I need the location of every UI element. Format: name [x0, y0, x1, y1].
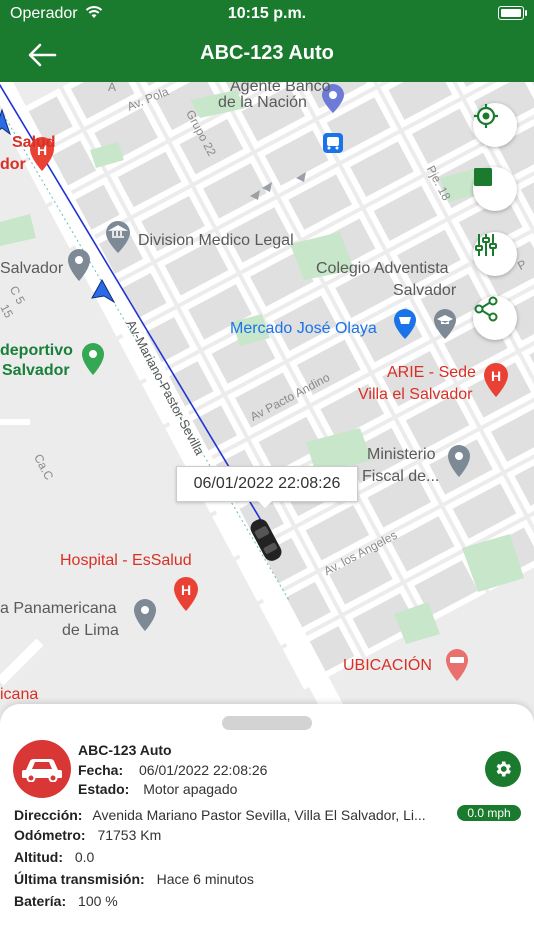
last-transmission-row: Última transmisión: Hace 6 minutos	[14, 871, 254, 887]
battery-value: 100 %	[78, 893, 118, 909]
street-label: A	[108, 82, 117, 94]
lodging-pin-icon[interactable]	[444, 648, 470, 682]
shopping-pin-icon[interactable]	[392, 308, 418, 340]
date-label: Fecha:	[78, 762, 124, 778]
poi-label: Division Medico Legal	[138, 232, 294, 249]
poi-label: a Panamericana	[0, 600, 117, 617]
vehicle-name: ABC-123 Auto	[78, 742, 172, 758]
poi-label: Hospital - EsSalud	[60, 552, 192, 569]
speed-badge: 0.0 mph	[457, 805, 521, 821]
place-pin-icon[interactable]	[66, 248, 92, 282]
poi-label: Villa el Salvador	[358, 386, 473, 403]
status-label: Estado:	[78, 781, 130, 797]
vehicle-settings-button[interactable]	[485, 751, 521, 787]
poi-label: ARIE - Sede	[387, 364, 476, 381]
poi-label: Ministerio	[367, 446, 436, 463]
center-location-button[interactable]	[473, 103, 517, 147]
stop-icon	[474, 168, 492, 186]
place-pin-icon[interactable]	[132, 598, 158, 632]
altitude-value: 0.0	[74, 849, 95, 865]
location-timestamp-tooltip: 06/01/2022 22:08:26	[176, 466, 358, 508]
poi-label: Salvador	[2, 362, 70, 379]
sliders-icon	[475, 234, 497, 256]
map-view[interactable]: H H H Agente Banco de la Nación Salud do…	[0, 82, 534, 722]
battery-row: Batería: 100 %	[14, 893, 118, 909]
page-title: ABC-123 Auto	[200, 42, 334, 64]
share-button[interactable]	[473, 296, 517, 340]
hospital-pin-icon[interactable]: H	[482, 362, 510, 398]
odometer-value: 71753 Km	[97, 827, 162, 843]
poi-label: deportivo	[0, 342, 73, 359]
last-transmission-value: Hace 6 minutos	[156, 871, 254, 887]
status-bar: Operador 10:15 p.m.	[0, 0, 534, 28]
altitude-row: Altitud: 0.0	[14, 849, 94, 865]
status-row: Estado: Motor apagado	[78, 781, 237, 797]
government-pin-icon[interactable]	[104, 220, 132, 254]
poi-label: dor	[0, 156, 26, 173]
poi-label: de la Nación	[218, 94, 307, 111]
battery-icon	[498, 6, 527, 20]
poi-label: Fiscal de...	[362, 468, 440, 485]
poi-label: UBICACIÓN	[343, 657, 432, 674]
clock: 10:15 p.m.	[227, 5, 307, 22]
vehicle-avatar	[13, 740, 71, 798]
poi-label: de Lima	[62, 622, 119, 639]
share-icon	[474, 296, 498, 322]
poi-label: icana	[0, 686, 39, 703]
address-value: Avenida Mariano Pastor Sevilla, Villa El…	[92, 807, 426, 823]
place-pin-icon[interactable]	[446, 444, 472, 478]
bus-stop-icon[interactable]	[322, 132, 344, 154]
poi-label: Salud	[12, 134, 56, 151]
car-icon	[22, 759, 62, 782]
odometer-label: Odómetro:	[14, 827, 86, 843]
altitude-label: Altitud:	[14, 849, 63, 865]
hospital-pin-icon[interactable]: H	[172, 576, 200, 612]
app-header: ABC-123 Auto	[0, 28, 534, 82]
vehicle-details-sheet: ABC-123 Auto Fecha: 06/01/2022 22:08:26 …	[0, 704, 534, 950]
gear-icon	[496, 761, 511, 777]
poi-label: Salvador	[0, 260, 64, 277]
svg-text:H: H	[491, 368, 501, 384]
poi-label: Salvador	[393, 282, 457, 299]
svg-text:H: H	[181, 582, 191, 598]
stop-tracking-button[interactable]	[473, 167, 517, 211]
filter-settings-button[interactable]	[473, 232, 517, 276]
last-transmission-label: Última transmisión:	[14, 871, 145, 887]
address-row: Dirección: Avenida Mariano Pastor Sevill…	[14, 807, 426, 823]
odometer-row: Odómetro: 71753 Km	[14, 827, 161, 843]
crosshair-icon	[474, 104, 498, 128]
school-pin-icon[interactable]	[432, 308, 458, 340]
status-value: Motor apagado	[143, 781, 238, 797]
date-row: Fecha: 06/01/2022 22:08:26	[78, 762, 267, 778]
address-label: Dirección:	[14, 807, 83, 823]
date-value: 06/01/2022 22:08:26	[139, 762, 268, 778]
poi-label: Colegio Adventista	[316, 260, 449, 277]
sheet-drag-handle[interactable]	[222, 716, 312, 730]
battery-label: Batería:	[14, 893, 67, 909]
park-pin-icon[interactable]	[80, 342, 106, 376]
poi-label: Mercado José Olaya	[230, 320, 377, 337]
